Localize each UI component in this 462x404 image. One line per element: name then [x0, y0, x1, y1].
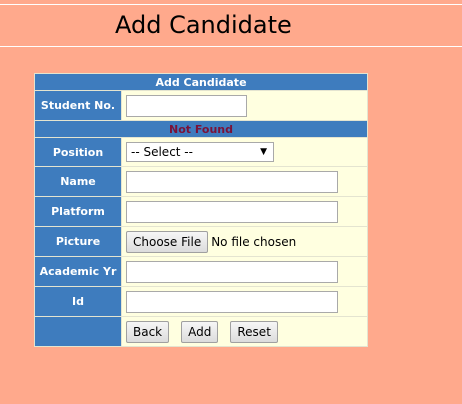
student-no-input[interactable] — [126, 94, 247, 117]
name-input[interactable] — [126, 170, 338, 193]
picture-label: Picture — [34, 226, 122, 257]
name-cell — [121, 166, 368, 197]
id-cell — [121, 286, 368, 317]
platform-cell — [121, 196, 368, 227]
academic-yr-label: Academic Yr — [34, 256, 122, 287]
position-selected-value: -- Select -- — [131, 145, 193, 159]
picture-cell: Choose File No file chosen — [121, 226, 368, 257]
student-no-label: Student No. — [34, 90, 122, 121]
back-button[interactable]: Back — [126, 320, 170, 343]
chevron-down-icon: ▼ — [260, 147, 267, 157]
status-message: Not Found — [34, 120, 368, 138]
actions-label-cell — [34, 316, 122, 347]
academic-yr-input[interactable] — [126, 260, 338, 283]
choose-file-button[interactable]: Choose File — [126, 230, 209, 253]
id-label: Id — [34, 286, 122, 317]
reset-button[interactable]: Reset — [230, 320, 278, 343]
no-file-text: No file chosen — [211, 234, 297, 249]
student-no-cell — [121, 90, 368, 121]
actions-cell: Back Add Reset — [121, 316, 368, 347]
id-input[interactable] — [126, 290, 338, 313]
add-candidate-form: Add Candidate Student No. Not Found Posi… — [34, 73, 368, 347]
academic-yr-cell — [121, 256, 368, 287]
page-title: Add Candidate — [115, 11, 292, 39]
page-banner: Add Candidate — [0, 5, 462, 47]
platform-input[interactable] — [126, 200, 338, 223]
position-cell: -- Select -- ▼ — [121, 137, 368, 167]
name-label: Name — [34, 166, 122, 197]
position-select[interactable]: -- Select -- ▼ — [126, 142, 274, 162]
position-label: Position — [34, 137, 122, 167]
form-header: Add Candidate — [34, 73, 368, 91]
add-button[interactable]: Add — [181, 320, 219, 343]
platform-label: Platform — [34, 196, 122, 227]
